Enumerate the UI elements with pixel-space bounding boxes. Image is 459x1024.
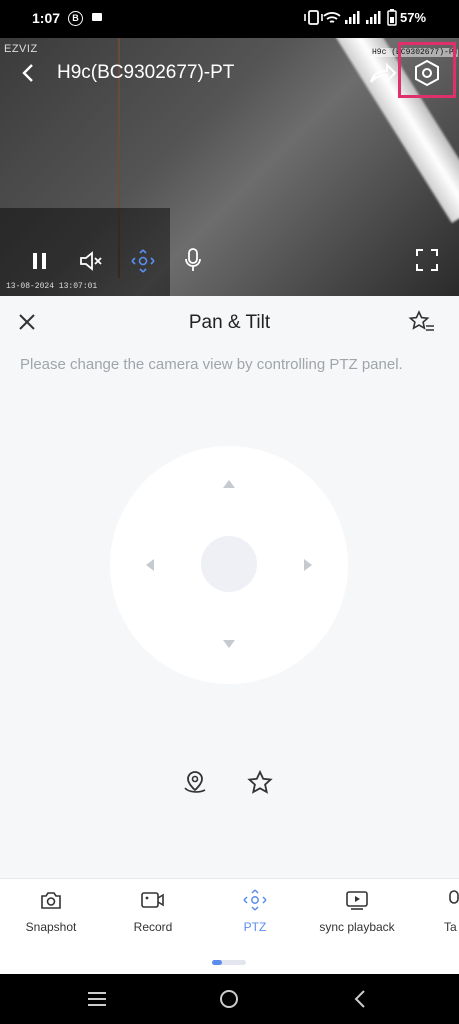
ptz-joystick[interactable]: [110, 446, 348, 684]
camera-title: H9c(BC9302677)-PT: [57, 62, 235, 83]
share-icon[interactable]: [367, 60, 397, 86]
pan-right-arrow-icon[interactable]: [304, 559, 312, 571]
preset-star-list-icon[interactable]: [408, 309, 436, 335]
snapshot-label: Snapshot: [25, 920, 77, 934]
battery-icon: [387, 9, 397, 26]
pause-icon[interactable]: [30, 250, 50, 272]
toolbar-page-indicator: [212, 960, 246, 965]
signal-icon: [345, 11, 360, 24]
record-label: Record: [133, 920, 173, 934]
settings-highlight-box: [398, 42, 456, 98]
record-button[interactable]: Record: [122, 889, 184, 934]
fullscreen-icon[interactable]: [415, 248, 439, 272]
b-badge-icon: B: [68, 11, 83, 26]
pan-up-arrow-icon[interactable]: [223, 480, 235, 488]
panel-hint: Please change the camera view by control…: [20, 356, 403, 373]
pan-tilt-panel: Pan & Tilt Please change the camera view…: [0, 296, 459, 878]
panel-title: Pan & Tilt: [188, 312, 271, 333]
ptz-icon[interactable]: [130, 248, 156, 274]
page-indicator-active-dot: [212, 960, 222, 965]
live-video[interactable]: EZVIZ H9c (BC9302677)-PT H9c(BC9302677)-…: [0, 38, 459, 296]
pan-down-arrow-icon[interactable]: [223, 640, 235, 648]
talk-icon: [449, 890, 459, 904]
mute-icon[interactable]: [78, 249, 104, 273]
recent-apps-icon[interactable]: [86, 990, 108, 1008]
talk-button[interactable]: Ta: [444, 889, 459, 934]
sync-playback-button[interactable]: sync playback: [312, 889, 402, 934]
status-time: 1:07: [32, 10, 61, 26]
bottom-toolbar: Snapshot Record PTZ sync playback Ta: [0, 878, 459, 975]
sync-playback-label: sync playback: [319, 920, 395, 934]
nav-back-icon[interactable]: [352, 988, 368, 1010]
microphone-icon[interactable]: [183, 247, 203, 273]
wifi-icon: [323, 12, 341, 23]
ptz-label: PTZ: [243, 920, 267, 934]
back-icon[interactable]: [20, 63, 36, 83]
pan-left-arrow-icon[interactable]: [146, 559, 154, 571]
snapshot-button[interactable]: Snapshot: [20, 889, 82, 934]
signal-icon-2: [366, 11, 381, 24]
sync-playback-icon: [346, 891, 368, 910]
battery-percent: 57%: [400, 10, 427, 25]
camera-icon: [41, 892, 61, 909]
preset-location-icon[interactable]: [180, 768, 210, 798]
home-icon[interactable]: [218, 988, 240, 1010]
brand-watermark: EZVIZ: [4, 43, 38, 55]
video-record-icon: [141, 892, 164, 908]
favorite-star-icon[interactable]: [246, 769, 274, 797]
talk-label: Ta: [444, 920, 457, 934]
screen-record-icon: [92, 13, 102, 21]
joystick-center[interactable]: [201, 536, 257, 592]
ptz-button[interactable]: PTZ: [224, 889, 286, 934]
ptz-toolbar-icon: [243, 889, 267, 911]
system-nav-bar: [0, 974, 459, 1024]
status-bar: 1:07 B 57%: [0, 0, 459, 38]
video-timestamp: 13-08-2024 13:07:01: [6, 282, 98, 291]
